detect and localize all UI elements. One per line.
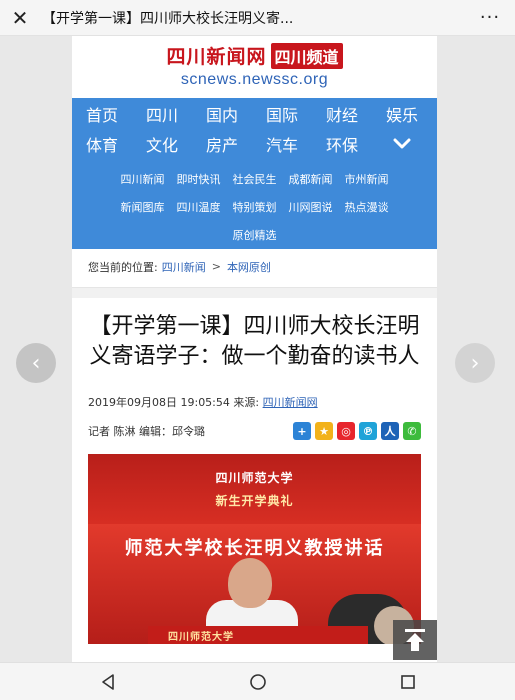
article-photo: 四川师范大学 新生开学典礼 师范大学校长汪明义教授讲话 四川师范大学: [88, 454, 421, 644]
photo-podium-text: 四川师范大学: [168, 632, 234, 643]
back-to-top-icon[interactable]: [393, 620, 437, 660]
breadcrumb-prefix: 您当前的位置:: [88, 260, 158, 274]
app-title-bar: ✕ 【开学第一课】四川师大校长汪明义寄... ···: [0, 0, 515, 36]
subnav-photo-story[interactable]: 川网图说: [283, 199, 339, 215]
photo-banner-line1: 四川师范大学: [215, 471, 294, 485]
photo-speaker-head: [228, 558, 272, 608]
section-divider: [72, 288, 437, 298]
tencent-weibo-icon[interactable]: ℗: [359, 422, 377, 440]
nav-item-domestic[interactable]: 国内: [192, 102, 252, 126]
plus-share-icon[interactable]: +: [293, 422, 311, 440]
chevron-left-icon[interactable]: ‹: [16, 343, 56, 383]
nav-item-sports[interactable]: 体育: [72, 132, 132, 156]
logo-badge: 四川频道: [270, 42, 343, 69]
logo-url: scnews.newssc.org: [180, 71, 329, 88]
breadcrumb-level2[interactable]: 本网原创: [227, 259, 271, 275]
circle-home-icon[interactable]: [248, 672, 268, 692]
subnav-sichuan-news[interactable]: 四川新闻: [115, 171, 171, 187]
subnav-gallery[interactable]: 新闻图库: [115, 199, 171, 215]
wechat-icon[interactable]: ✆: [403, 422, 421, 440]
logo-main-text: 四川新闻网: [166, 46, 267, 68]
subnav-cities[interactable]: 市州新闻: [339, 171, 395, 187]
article-meta: 2019年09月08日 19:05:54 来源: 四川新闻网: [72, 372, 437, 410]
article-headline: 【开学第一课】四川师大校长汪明义寄语学子：做一个勤奋的读书人: [89, 314, 420, 369]
renren-icon[interactable]: 人: [381, 422, 399, 440]
nav-item-home[interactable]: 首页: [72, 102, 132, 126]
subnav-breaking[interactable]: 即时快讯: [171, 171, 227, 187]
nav-item-international[interactable]: 国际: [252, 102, 312, 126]
photo-slogan: 师范大学校长汪明义教授讲话: [124, 538, 385, 559]
sub-navigation: 四川新闻 即时快讯 社会民生 成都新闻 市州新闻 新闻图库 四川温度 特别策划 …: [72, 158, 437, 249]
chevron-down-icon[interactable]: [372, 138, 432, 150]
qzone-icon[interactable]: ★: [315, 422, 333, 440]
subnav-chengdu[interactable]: 成都新闻: [283, 171, 339, 187]
photo-stage-banner: 四川师范大学 新生开学典礼: [88, 454, 421, 524]
subnav-original[interactable]: 原创精选: [227, 227, 283, 243]
subnav-hot-talk[interactable]: 热点漫谈: [339, 199, 395, 215]
subnav-society[interactable]: 社会民生: [227, 171, 283, 187]
main-navigation: 首页 四川 国内 国际 财经 娱乐 体育 文化 房产 汽车 环保 四川新闻 即时…: [72, 98, 437, 249]
nav-item-culture[interactable]: 文化: [132, 132, 192, 156]
publish-datetime: 2019年09月08日 19:05:54: [88, 396, 230, 409]
close-icon[interactable]: ✕: [0, 0, 40, 36]
byline: 记者 陈淋 编辑：邱令璐: [88, 425, 205, 438]
nav-item-sichuan[interactable]: 四川: [132, 102, 192, 126]
byline-row: 记者 陈淋 编辑：邱令璐 + ★ ◎ ℗ 人 ✆: [72, 410, 437, 440]
breadcrumb-separator: >: [211, 260, 221, 273]
nav-item-environment[interactable]: 环保: [312, 132, 372, 156]
breadcrumb-level1[interactable]: 四川新闻: [162, 259, 206, 275]
article-page: 四川新闻网 四川频道 scnews.newssc.org 首页 四川 国内 国际…: [72, 36, 437, 662]
site-logo[interactable]: 四川新闻网 四川频道 scnews.newssc.org: [72, 36, 437, 98]
more-dots-icon[interactable]: ···: [465, 0, 515, 36]
photo-banner-line2: 新生开学典礼: [215, 494, 294, 508]
source-prefix: 来源:: [233, 396, 260, 409]
nav-item-property[interactable]: 房产: [192, 132, 252, 156]
square-recents-icon[interactable]: [398, 672, 418, 692]
chevron-right-icon[interactable]: ›: [455, 343, 495, 383]
source-link[interactable]: 四川新闻网: [263, 396, 318, 409]
nav-item-entertainment[interactable]: 娱乐: [372, 102, 432, 126]
weibo-icon[interactable]: ◎: [337, 422, 355, 440]
subnav-warmth[interactable]: 四川温度: [171, 199, 227, 215]
nav-item-finance[interactable]: 财经: [312, 102, 372, 126]
share-bar: + ★ ◎ ℗ 人 ✆: [293, 422, 421, 440]
page-title: 【开学第一课】四川师大校长汪明义寄...: [42, 10, 294, 27]
subnav-special[interactable]: 特别策划: [227, 199, 283, 215]
nav-item-auto[interactable]: 汽车: [252, 132, 312, 156]
system-navigation-bar: [0, 662, 515, 700]
breadcrumb: 您当前的位置: 四川新闻 > 本网原创: [72, 246, 437, 288]
triangle-back-icon[interactable]: [98, 672, 118, 692]
